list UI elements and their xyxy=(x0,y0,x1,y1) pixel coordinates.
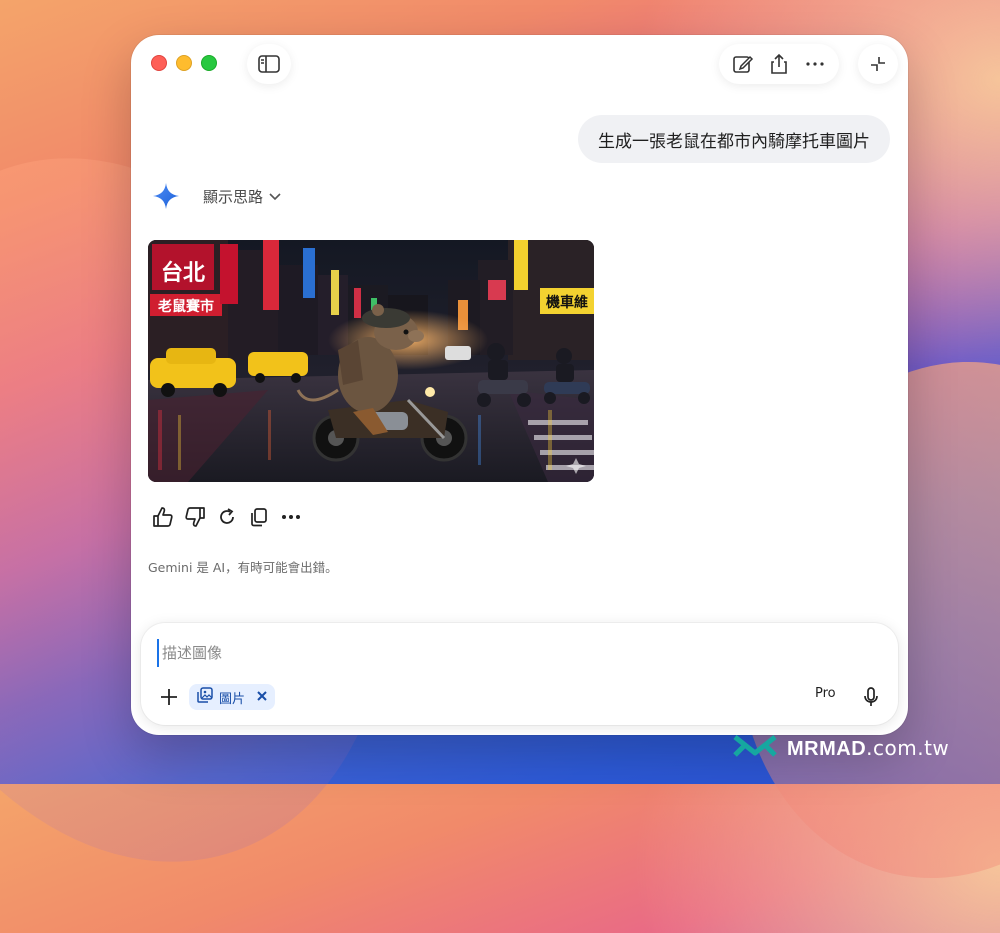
user-message-text: 生成一張老鼠在都市內騎摩托車圖片 xyxy=(598,131,870,152)
collapse-icon xyxy=(864,50,892,78)
window-controls xyxy=(151,55,217,71)
minimize-window-button[interactable] xyxy=(176,55,192,71)
response-header: 顯示思路 xyxy=(151,181,281,211)
more-icon[interactable] xyxy=(279,505,303,529)
toggle-sidebar-button[interactable] xyxy=(247,44,291,84)
top-toolbar xyxy=(719,44,839,84)
mrmad-watermark: MRMAD.com.tw xyxy=(733,733,949,764)
watermark-brand: MRMAD xyxy=(787,738,867,760)
sidebar-icon xyxy=(255,50,283,78)
model-selector-button[interactable]: Pro xyxy=(815,686,836,701)
prompt-composer: 圖片 Pro xyxy=(141,623,898,725)
show-thinking-label: 顯示思路 xyxy=(203,187,264,206)
regenerate-icon[interactable] xyxy=(215,505,239,529)
zoom-window-button[interactable] xyxy=(201,55,217,71)
collapse-window-button[interactable] xyxy=(858,44,898,84)
generated-image[interactable]: 台北 老鼠賽市 機車維 xyxy=(148,240,594,482)
image-icon xyxy=(197,687,213,707)
gemini-window: 生成一張老鼠在都市內騎摩托車圖片 顯示思路 台北 老鼠賽市 機車維 Gemini… xyxy=(131,35,908,735)
disclaimer-text: Gemini 是 AI，有時可能會出錯。 xyxy=(148,560,338,575)
share-icon[interactable] xyxy=(765,50,793,78)
thumbs-down-icon[interactable] xyxy=(183,505,207,529)
rat-motorcycle-city-image: 台北 老鼠賽市 機車維 xyxy=(148,240,594,482)
copy-icon[interactable] xyxy=(247,505,271,529)
image-mode-label: 圖片 xyxy=(219,691,246,707)
mrmad-logo-icon xyxy=(733,733,777,764)
image-mode-chip[interactable]: 圖片 xyxy=(189,684,276,710)
watermark-domain: .com.tw xyxy=(866,736,950,760)
sign-scooter-repair: 機車維 xyxy=(546,294,588,311)
prompt-input[interactable] xyxy=(157,639,664,667)
mic-icon[interactable] xyxy=(857,683,885,711)
sign-rat-market: 老鼠賽市 xyxy=(158,298,214,315)
edit-icon[interactable] xyxy=(729,50,757,78)
close-window-button[interactable] xyxy=(151,55,167,71)
show-thinking-toggle[interactable]: 顯示思路 xyxy=(203,186,281,207)
sign-taipei: 台北 xyxy=(161,260,205,286)
close-icon[interactable] xyxy=(257,690,267,705)
chevron-down-icon xyxy=(269,187,281,205)
more-icon[interactable] xyxy=(801,50,829,78)
gemini-spark-icon xyxy=(151,181,181,211)
user-message-bubble: 生成一張老鼠在都市內騎摩托車圖片 xyxy=(578,115,890,163)
response-actions xyxy=(151,505,303,529)
plus-icon[interactable] xyxy=(155,683,183,711)
thumbs-up-icon[interactable] xyxy=(151,505,175,529)
